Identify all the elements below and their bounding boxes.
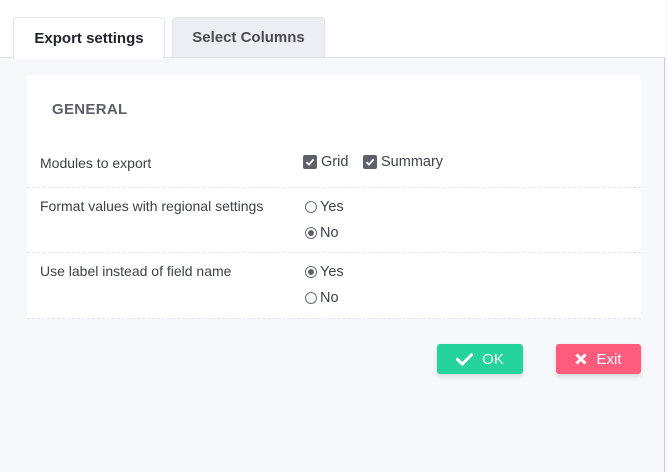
settings-panel: GENERAL Modules to export Grid Summary F…: [27, 75, 641, 319]
radio-selected-icon: [305, 227, 317, 239]
tab-export-settings[interactable]: Export settings: [13, 17, 165, 59]
checkbox-grid[interactable]: Grid: [303, 154, 348, 170]
radio-empty-icon: [305, 292, 317, 304]
option-label: Grid: [321, 154, 349, 170]
radio-empty-icon: [305, 201, 317, 213]
x-icon: [575, 353, 588, 365]
row-modules-to-export: Modules to export Grid Summary: [27, 147, 641, 188]
checkbox-summary[interactable]: Summary: [363, 154, 443, 170]
option-label: No: [320, 290, 339, 306]
exit-label: Exit: [596, 350, 622, 368]
section-title: GENERAL: [52, 101, 128, 118]
tab-bar: Export settings Select Columns: [0, 0, 666, 59]
radio-format-yes[interactable]: Yes: [305, 199, 344, 215]
option-label: Yes: [320, 264, 344, 280]
row-label: Modules to export: [40, 155, 152, 171]
radio-uselabel-no[interactable]: No: [305, 290, 339, 306]
row-label: Format values with regional settings: [40, 198, 264, 214]
option-label: No: [320, 225, 339, 241]
checkmark-icon: [456, 352, 474, 366]
row-format-values: Format values with regional settings Yes…: [27, 187, 641, 253]
option-label: Yes: [320, 199, 344, 215]
row-label: Use label instead of field name: [40, 263, 232, 279]
radio-selected-icon: [305, 266, 317, 278]
checkbox-checked-icon: [363, 155, 377, 169]
ok-label: OK: [482, 350, 504, 368]
exit-button[interactable]: Exit: [556, 344, 641, 374]
tab-select-columns[interactable]: Select Columns: [172, 17, 325, 57]
radio-uselabel-yes[interactable]: Yes: [305, 264, 344, 280]
row-use-label: Use label instead of field name Yes No: [27, 252, 641, 319]
option-label: Summary: [381, 154, 444, 170]
checkbox-checked-icon: [303, 155, 317, 169]
radio-format-no[interactable]: No: [305, 225, 339, 241]
ok-button[interactable]: OK: [437, 344, 523, 374]
